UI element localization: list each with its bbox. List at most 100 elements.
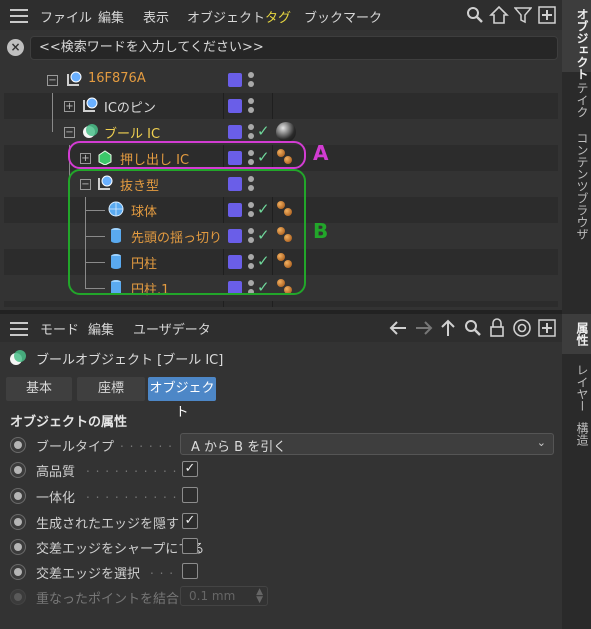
layer-color-swatch[interactable] (228, 73, 242, 87)
prop-label: 生成されたエッジを隠す (36, 517, 180, 532)
animate-radio-icon[interactable] (10, 462, 26, 478)
select-intersections-checkbox[interactable] (182, 563, 198, 579)
home-icon[interactable] (489, 5, 509, 25)
tree-item-name[interactable]: 16F876A (88, 71, 146, 86)
spinner-arrows-icon[interactable]: ▲ ▼ (256, 588, 263, 605)
search-icon[interactable] (464, 319, 482, 337)
collapse-icon[interactable]: − (47, 75, 58, 86)
layer-color-swatch[interactable] (228, 125, 242, 139)
visibility-dots-icon[interactable] (248, 72, 256, 88)
leader-dots: . . . . . . . . . . . . . . (86, 487, 176, 501)
collapse-icon[interactable]: − (64, 127, 75, 138)
side-tab-content-browser[interactable]: コンテンツブラウザ (562, 124, 591, 244)
tree-item-name[interactable]: ICのピン (104, 97, 156, 116)
annotation-label-b: B (313, 219, 329, 243)
new-window-icon[interactable] (538, 6, 556, 24)
menu-tag[interactable]: タグ (265, 7, 291, 26)
boole-object-icon (10, 350, 26, 365)
tab-coordinates[interactable]: 座標 (77, 377, 145, 401)
up-arrow-icon[interactable] (439, 318, 457, 338)
annotation-label-a: A (313, 141, 329, 165)
animate-radio-icon[interactable] (10, 514, 26, 530)
side-tab-structure[interactable]: 構造 (562, 414, 591, 458)
sharpen-edges-checkbox[interactable] (182, 538, 198, 554)
tab-basic[interactable]: 基本 (6, 377, 72, 401)
hamburger-menu-icon[interactable] (10, 9, 28, 23)
boole-type-select[interactable]: A から B を引く ⌄ (180, 433, 554, 455)
back-arrow-icon[interactable] (388, 319, 408, 337)
side-tab-objects[interactable]: オブジェクト (562, 0, 591, 80)
chevron-down-icon: ⌄ (536, 436, 546, 449)
section-title: オブジェクトの属性 (10, 415, 128, 430)
animate-radio-icon[interactable] (10, 589, 26, 605)
side-tab-attributes[interactable]: 属性 (562, 314, 591, 354)
null-object-icon (67, 71, 82, 86)
tree-item-name[interactable]: ブール IC (104, 123, 160, 142)
layer-color-swatch[interactable] (228, 99, 242, 113)
hamburger-menu-icon[interactable] (10, 322, 28, 336)
object-manager-panel: ファイル 編集 表示 オブジェクト タグ ブックマーク × <<検索ワードを入力… (0, 0, 562, 312)
animate-radio-icon[interactable] (10, 564, 26, 580)
field-value: 0.1 mm (189, 589, 236, 603)
object-manager-menubar: ファイル 編集 表示 オブジェクト タグ ブックマーク (0, 0, 562, 30)
attribute-manager-menubar: モード 編集 ユーザデータ (0, 314, 562, 342)
prop-label: 交差エッジをシャープにする (36, 542, 205, 557)
leader-dots: . . . . . . . . . . . . . . (86, 461, 176, 475)
visibility-dots-icon[interactable] (248, 98, 256, 114)
prop-boole-type: ブールタイプ . . . . . . . . . A から B を引く ⌄ (0, 432, 562, 458)
forward-arrow-icon[interactable] (414, 319, 434, 337)
menu-file[interactable]: ファイル (40, 7, 92, 26)
select-value: A から B を引く (191, 440, 287, 455)
tree-row[interactable]: + ICのピン (4, 93, 558, 119)
prop-label: 一体化 (36, 491, 76, 506)
annotation-box-b (68, 169, 306, 295)
menu-user-data[interactable]: ユーザデータ (133, 319, 211, 338)
menu-object[interactable]: オブジェクト (187, 7, 265, 26)
lock-icon[interactable] (489, 318, 505, 338)
unify-checkbox[interactable] (182, 487, 198, 503)
side-tab-takes[interactable]: テイク (562, 74, 591, 122)
prop-unify: 一体化 . . . . . . . . . . . . . . (0, 483, 562, 509)
side-tab-layers[interactable]: レイヤー (562, 356, 591, 412)
animate-radio-icon[interactable] (10, 539, 26, 555)
leader-dots: . . . . . . . . . (120, 436, 176, 450)
prop-label: 高品質 (36, 465, 76, 480)
leader-dots: . . . . (150, 563, 178, 577)
prop-select-intersections: 交差エッジを選択 . . . . (0, 559, 562, 585)
side-tab-bar: オブジェクト テイク コンテンツブラウザ 属性 レイヤー 構造 (562, 0, 591, 629)
filter-icon[interactable] (514, 6, 532, 24)
annotation-box-a (68, 141, 306, 169)
new-window-icon[interactable] (538, 319, 556, 337)
high-quality-checkbox[interactable]: ✓ (182, 461, 198, 477)
expand-icon[interactable]: + (64, 101, 75, 112)
object-tree: − 16F876A + ICのピン − ブール IC ✓ + 押し出し IC ✓… (4, 67, 558, 307)
clear-search-icon[interactable]: × (7, 39, 24, 56)
prop-optimize-points: 重なったポイントを結合 0.1 mm ▲ ▼ (0, 584, 562, 610)
hide-new-edges-checkbox[interactable]: ✓ (182, 513, 198, 529)
prop-high-quality: 高品質 . . . . . . . . . . . . . . ✓ (0, 457, 562, 483)
enabled-check-icon[interactable]: ✓ (257, 122, 270, 140)
search-icon[interactable] (466, 6, 484, 24)
menu-bookmark[interactable]: ブックマーク (304, 7, 382, 26)
prop-hide-new-edges: 生成されたエッジを隠す ✓ (0, 509, 562, 535)
tree-row[interactable]: − 16F876A (4, 67, 558, 93)
target-icon[interactable] (512, 318, 532, 338)
animate-radio-icon[interactable] (10, 488, 26, 504)
prop-label: 交差エッジを選択 (36, 567, 141, 582)
visibility-dots-icon[interactable] (248, 124, 256, 140)
prop-label: 重なったポイントを結合 (36, 592, 180, 607)
boole-object-icon (83, 124, 98, 138)
search-row: × <<検索ワードを入力してください>> (0, 33, 562, 63)
menu-edit[interactable]: 編集 (88, 319, 114, 338)
optimize-points-field[interactable]: 0.1 mm ▲ ▼ (180, 586, 268, 606)
material-tag-icon[interactable] (276, 122, 296, 142)
menu-edit[interactable]: 編集 (98, 7, 124, 26)
object-title: ブールオブジェクト [ブール IC] (36, 353, 224, 368)
search-input[interactable]: <<検索ワードを入力してください>> (30, 36, 558, 60)
prop-sharpen-edges: 交差エッジをシャープにする (0, 534, 562, 560)
menu-mode[interactable]: モード (40, 319, 79, 338)
prop-label: ブールタイプ (36, 440, 115, 455)
tab-object[interactable]: オブジェクト (148, 377, 216, 420)
menu-view[interactable]: 表示 (143, 7, 169, 26)
animate-radio-icon[interactable] (10, 437, 26, 453)
